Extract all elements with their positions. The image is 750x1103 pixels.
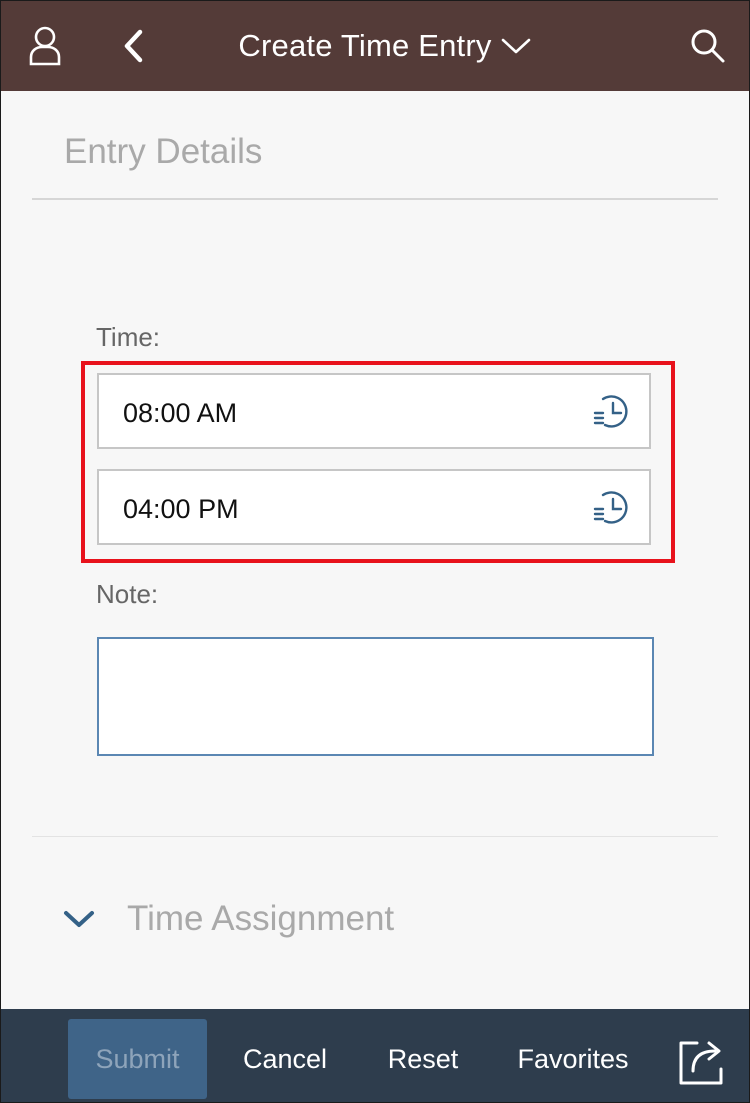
section-divider [32, 198, 718, 200]
end-time-input[interactable]: 04:00 PM [97, 469, 651, 545]
app-frame: Create Time Entry Entry Details Time: 08… [0, 0, 750, 1103]
user-icon[interactable] [23, 23, 67, 69]
share-icon[interactable] [677, 1035, 727, 1087]
submit-button[interactable]: Submit [68, 1019, 207, 1099]
section-divider [32, 836, 718, 837]
footer-toolbar: Submit Cancel Reset Favorites [1, 1009, 749, 1102]
section-title-entry-details: Entry Details [64, 132, 263, 171]
start-time-value: 08:00 AM [123, 398, 238, 428]
reset-button[interactable]: Reset [381, 1019, 465, 1099]
note-label: Note: [96, 579, 159, 609]
back-icon[interactable] [113, 23, 153, 69]
time-picker-icon[interactable] [591, 488, 631, 528]
note-textarea[interactable] [97, 637, 654, 756]
time-picker-icon[interactable] [591, 392, 631, 432]
time-label: Time: [96, 322, 161, 352]
chevron-down-icon [501, 38, 530, 54]
time-assignment-toggle[interactable]: Time Assignment [61, 891, 394, 947]
page-title: Create Time Entry [238, 28, 492, 63]
cancel-button[interactable]: Cancel [237, 1019, 333, 1099]
time-assignment-label: Time Assignment [127, 899, 395, 938]
chevron-down-icon [64, 911, 94, 927]
end-time-value: 04:00 PM [123, 494, 239, 524]
search-icon[interactable] [685, 23, 731, 69]
title-dropdown[interactable]: Create Time Entry [218, 28, 531, 64]
start-time-input[interactable]: 08:00 AM [97, 373, 651, 449]
favorites-button[interactable]: Favorites [511, 1019, 635, 1099]
header-bar: Create Time Entry [1, 1, 749, 91]
